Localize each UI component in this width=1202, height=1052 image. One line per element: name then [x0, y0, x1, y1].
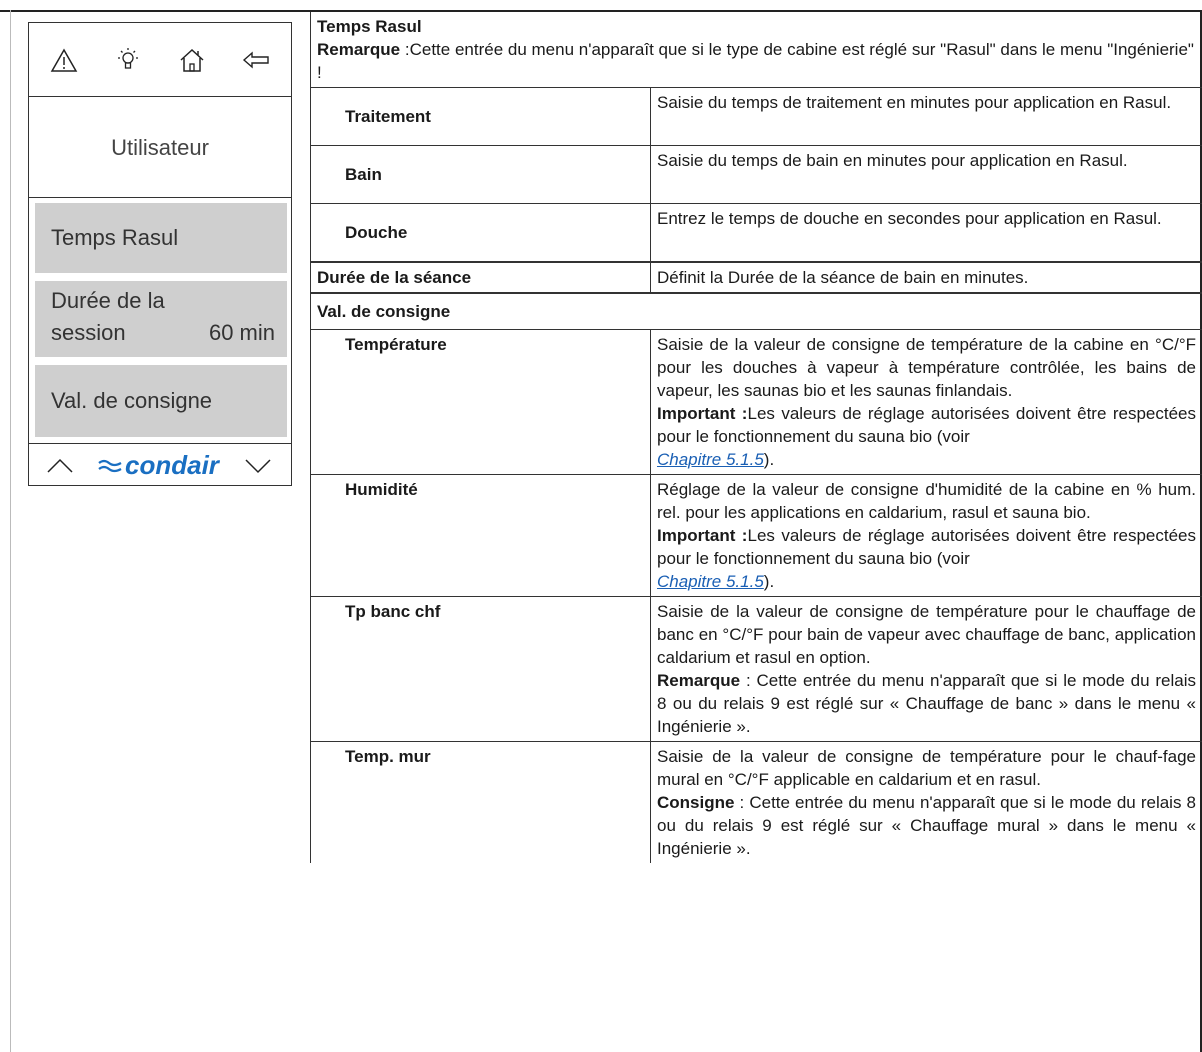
mur-desc: Saisie de la valeur de consigne de tempé…: [657, 746, 1196, 789]
chapter-link[interactable]: Chapitre 5.1.5: [657, 450, 764, 469]
row-key: Traitement: [310, 87, 651, 146]
row-desc: Saisie de la valeur de consigne de tempé…: [650, 740, 1202, 863]
menu-item-temps-rasul[interactable]: Temps Rasul: [35, 203, 287, 273]
table-row: Humidité Réglage de la valeur de consign…: [310, 473, 1202, 597]
note-text: : Cette entrée du menu n'apparaît que si…: [657, 792, 1196, 858]
table-row: Temps Rasul Remarque :Cette entrée du me…: [310, 12, 1202, 88]
important-label: Important :: [657, 403, 748, 423]
home-icon[interactable]: [177, 45, 207, 75]
device-icon-bar: [29, 23, 291, 97]
table-row: Bain Saisie du temps de bain en minutes …: [310, 145, 1202, 204]
chevron-up-icon[interactable]: [45, 454, 75, 478]
back-arrow-icon[interactable]: [241, 45, 271, 75]
rasul-note: Remarque :Cette entrée du menu n'apparaî…: [317, 38, 1196, 84]
session-label-line2: session: [51, 320, 126, 345]
parameter-table: Temps Rasul Remarque :Cette entrée du me…: [310, 12, 1202, 863]
row-key: Température: [310, 328, 651, 475]
temperature-desc: Saisie de la valeur de consigne de tempé…: [657, 334, 1196, 400]
row-key: Douche: [310, 203, 651, 262]
condair-logo-icon: [98, 459, 122, 473]
row-key: Tp banc chf: [310, 595, 651, 742]
warning-icon[interactable]: [49, 45, 79, 75]
row-desc: Définit la Durée de la séance de bain en…: [650, 261, 1202, 293]
table-row: Durée de la séance Définit la Durée de l…: [310, 261, 1202, 293]
row-key: Bain: [310, 145, 651, 204]
table-row: Temp. mur Saisie de la valeur de consign…: [310, 740, 1202, 863]
session-value: 60 min: [208, 320, 275, 345]
menu-item-session-duration[interactable]: Durée de la session 60 min: [35, 281, 287, 357]
banc-desc: Saisie de la valeur de consigne de tempé…: [657, 601, 1196, 667]
table-row: Tp banc chf Saisie de la valeur de consi…: [310, 595, 1202, 742]
light-bulb-icon[interactable]: [113, 45, 143, 75]
table-row: Température Saisie de la valeur de consi…: [310, 328, 1202, 475]
rasul-note-text: :Cette entrée du menu n'apparaît que si …: [317, 40, 1194, 82]
row-key: Temp. mur: [310, 740, 651, 863]
left-rule: [10, 10, 11, 1052]
row-desc: Réglage de la valeur de consigne d'humid…: [650, 473, 1202, 597]
important-label: Important :: [657, 525, 748, 545]
device-screen-title: Utilisateur: [29, 98, 291, 198]
table-row: Douche Entrez le temps de douche en seco…: [310, 203, 1202, 262]
chevron-down-icon[interactable]: [243, 454, 273, 478]
row-desc: Saisie du temps de bain en minutes pour …: [650, 145, 1202, 204]
note-label: Consigne: [657, 792, 735, 812]
table-row: Traitement Saisie du temps de traitement…: [310, 87, 1202, 146]
chapter-link[interactable]: Chapitre 5.1.5: [657, 572, 764, 591]
row-key: Durée de la séance: [310, 261, 651, 293]
link-tail: ).: [763, 449, 775, 469]
row-key: Humidité: [310, 473, 651, 597]
humidite-desc: Réglage de la valeur de consigne d'humid…: [657, 479, 1196, 522]
row-desc: Saisie du temps de traitement en minutes…: [650, 87, 1202, 146]
note-label: Remarque: [657, 670, 741, 690]
consigne-header: Val. de consigne: [310, 292, 1202, 330]
condair-logo-text: condair: [125, 450, 219, 480]
rasul-header-cell: Temps Rasul Remarque :Cette entrée du me…: [310, 12, 1202, 88]
session-label-line1: Durée de la: [51, 288, 165, 313]
rasul-note-label: Remarque: [317, 40, 401, 59]
rasul-title: Temps Rasul: [317, 17, 422, 36]
table-row: Val. de consigne: [310, 292, 1202, 330]
row-desc: Entrez le temps de douche en secondes po…: [650, 203, 1202, 262]
device-display: Utilisateur Temps Rasul Durée de la sess…: [28, 22, 292, 486]
device-nav-bar: condair: [29, 443, 291, 485]
link-tail: ).: [763, 571, 775, 591]
menu-item-val-consigne[interactable]: Val. de consigne: [35, 365, 287, 437]
row-desc: Saisie de la valeur de consigne de tempé…: [650, 595, 1202, 742]
row-desc: Saisie de la valeur de consigne de tempé…: [650, 328, 1202, 475]
